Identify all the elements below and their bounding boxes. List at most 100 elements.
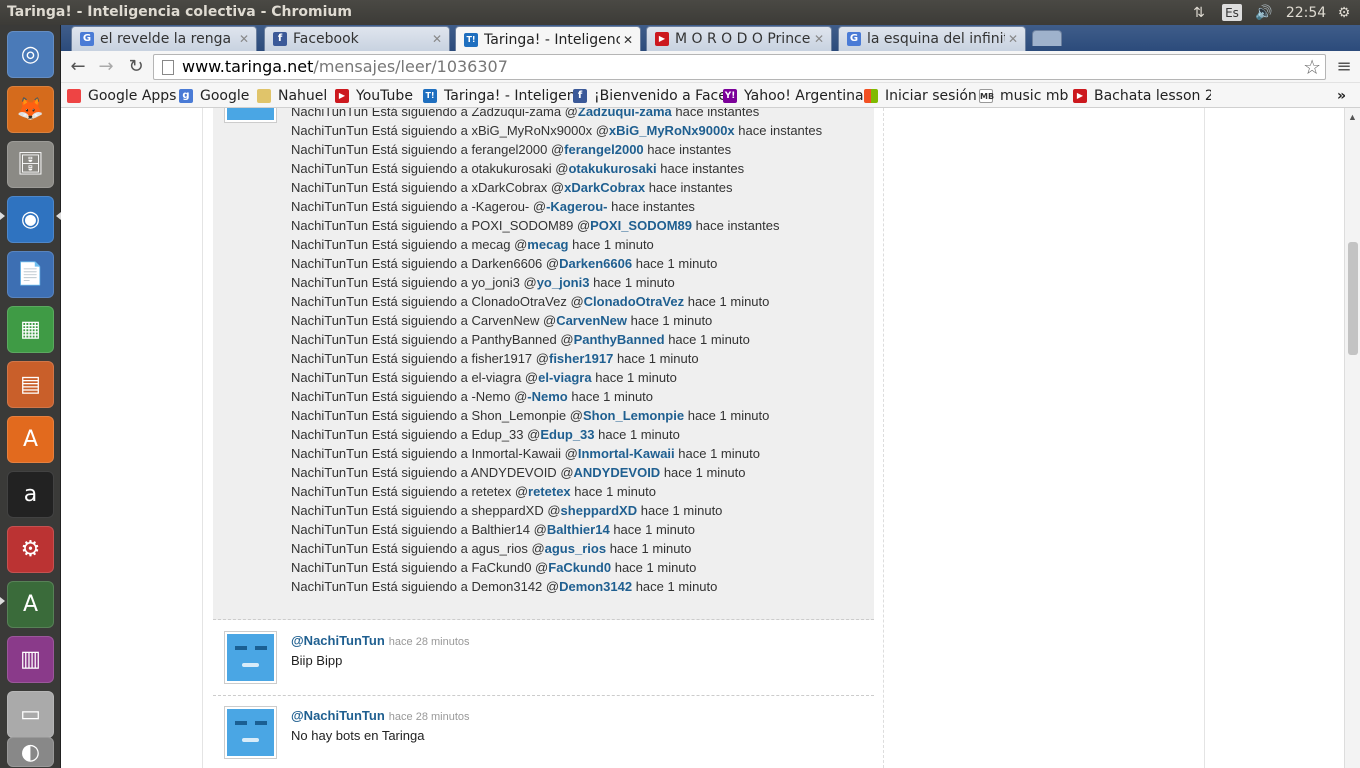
followed-user-link[interactable]: agus_rios	[545, 541, 606, 556]
forward-button[interactable]: →	[94, 56, 118, 78]
followed-user-link[interactable]: xBiG_MyRoNx9000x	[609, 123, 735, 138]
followed-user-link[interactable]: -Kagerou-	[546, 199, 607, 214]
follow-verb: Está siguiendo a	[371, 294, 468, 309]
close-icon[interactable]: ✕	[620, 33, 636, 47]
bookmark-bachata[interactable]: ▶ Bachata lesson 2 fr	[1073, 86, 1211, 106]
followed-name: ClonadoOtraVez	[471, 294, 567, 309]
followed-user-link[interactable]: fisher1917	[549, 351, 613, 366]
close-icon[interactable]: ✕	[811, 32, 827, 46]
update-manager-icon[interactable]: A	[7, 581, 54, 628]
followed-user-link[interactable]: Shon_Lemonpie	[583, 408, 684, 423]
follow-verb: Está siguiendo a	[371, 180, 468, 195]
impress-icon[interactable]: ▤	[7, 361, 54, 408]
scrollbar-thumb[interactable]	[1348, 242, 1358, 355]
followed-user-link[interactable]: ferangel2000	[564, 142, 644, 157]
followed-user-link[interactable]: yo_joni3	[537, 275, 590, 290]
bookmarks-overflow-icon[interactable]: »	[1337, 86, 1346, 106]
tab-facebook[interactable]: f Facebook ✕	[264, 26, 450, 51]
followed-user-link[interactable]: Edup_33	[540, 427, 594, 442]
followed-user-link[interactable]: -Nemo	[527, 389, 567, 404]
follow-verb: Está siguiendo a	[371, 522, 468, 537]
avatar[interactable]	[224, 631, 277, 684]
bookmark-google-apps[interactable]: Google Apps	[67, 86, 176, 106]
amazon-icon[interactable]: a	[7, 471, 54, 518]
ubuntu-dash-icon[interactable]: ◎	[7, 31, 54, 78]
tab-revelde[interactable]: G el revelde la renga cd ✕	[71, 26, 257, 51]
scroll-up-icon[interactable]: ▲	[1348, 112, 1357, 122]
keyboard-layout-indicator[interactable]: Es	[1222, 4, 1242, 21]
followed-user-link[interactable]: Inmortal-Kawaii	[578, 446, 675, 461]
followed-user-link[interactable]: ClonadoOtraVez	[584, 294, 684, 309]
close-icon[interactable]: ✕	[1005, 32, 1021, 46]
address-bar[interactable]: www.taringa.net/mensajes/leer/1036307 ☆	[153, 54, 1326, 80]
tab-youtube-morodo[interactable]: ▶ M O R O D O Princesa ✕	[646, 26, 832, 51]
followed-user-link[interactable]: CarvenNew	[556, 313, 627, 328]
bookmark-label: Yahoo! Argentina	[744, 88, 864, 104]
clock[interactable]: 22:54	[1286, 3, 1326, 22]
system-settings-icon[interactable]: ⚙	[7, 526, 54, 573]
bookmark-star-icon[interactable]: ☆	[1303, 55, 1321, 79]
avatar[interactable]	[224, 706, 277, 759]
bookmark-google[interactable]: g Google	[179, 86, 249, 106]
follow-verb: Está siguiendo a	[371, 370, 468, 385]
follow-verb: Está siguiendo a	[371, 313, 468, 328]
followed-user-link[interactable]: ANDYDEVOID	[574, 465, 661, 480]
network-transfer-icon[interactable]: ⇅	[1188, 3, 1210, 22]
followed-user-link[interactable]: el-viagra	[538, 370, 591, 385]
follow-verb: Está siguiendo a	[371, 161, 468, 176]
follow-entry: NachiTunTun Está siguiendo a Shon_Lemonp…	[291, 408, 770, 423]
new-tab-button[interactable]	[1032, 30, 1062, 46]
bookmark-youtube[interactable]: ▶ YouTube	[335, 86, 413, 106]
bookmark-taringa[interactable]: T! Taringa! - Inteligen	[423, 86, 576, 106]
followed-user-link[interactable]: Zadzuqui-zama	[578, 108, 672, 119]
bookmark-nahuel[interactable]: Nahuel	[257, 86, 327, 106]
followed-user-link[interactable]: mecag	[527, 237, 568, 252]
close-icon[interactable]: ✕	[429, 32, 445, 46]
follow-entry: NachiTunTun Está siguiendo a FaCkund0 @F…	[291, 560, 697, 575]
bookmark-facebook[interactable]: f ¡Bienvenido a Face	[573, 86, 727, 106]
post-biip: @NachiTunTun hace 28 minutos Biip Bipp	[291, 633, 470, 668]
followed-user-link[interactable]: xDarkCobrax	[564, 180, 645, 195]
tab-esquina[interactable]: G la esquina del infinito ✕	[838, 26, 1026, 51]
writer-icon[interactable]: 📄	[7, 251, 54, 298]
calc-icon[interactable]: ▦	[7, 306, 54, 353]
followed-user-link[interactable]: Balthier14	[547, 522, 610, 537]
reload-button[interactable]: ↻	[124, 56, 148, 78]
close-icon[interactable]: ✕	[236, 32, 252, 46]
followed-user-link[interactable]: sheppardXD	[561, 503, 638, 518]
chromium-icon[interactable]: ◉	[7, 196, 54, 243]
menu-icon[interactable]: ≡	[1332, 56, 1356, 78]
tab-taringa[interactable]: T! Taringa! - Inteligencia ✕	[455, 26, 641, 52]
youtube-icon: ▶	[335, 89, 349, 103]
page-scrollbar[interactable]: ▲	[1344, 108, 1360, 768]
bookmark-iniciar-sesion[interactable]: Iniciar sesión	[864, 86, 977, 106]
drive-icon[interactable]: ▭	[7, 691, 54, 738]
dvd-icon[interactable]: ◐	[7, 737, 54, 767]
post-user-link[interactable]: @NachiTunTun	[291, 633, 385, 648]
follow-time: hace 1 minuto	[613, 522, 695, 537]
bookmark-yahoo[interactable]: Y! Yahoo! Argentina	[723, 86, 864, 106]
followed-user-link[interactable]: Darken6606	[559, 256, 632, 271]
followed-user-link[interactable]: FaCkund0	[548, 560, 611, 575]
session-gear-icon[interactable]: ⚙	[1334, 3, 1354, 22]
files-icon[interactable]: 🗄	[7, 141, 54, 188]
software-center-icon[interactable]: A	[7, 416, 54, 463]
followed-user-link[interactable]: POXI_SODOM89	[590, 218, 692, 233]
bookmark-label: Taringa! - Inteligen	[444, 88, 576, 104]
followed-user-link[interactable]: otakukurosaki	[568, 161, 656, 176]
post-user-link[interactable]: @NachiTunTun	[291, 708, 385, 723]
back-button[interactable]: ←	[66, 56, 90, 78]
avatar[interactable]	[224, 108, 277, 123]
follow-verb: Está siguiendo a	[371, 123, 468, 138]
followed-user-link[interactable]: Demon3142	[559, 579, 632, 594]
volume-icon[interactable]: 🔊	[1253, 3, 1275, 22]
actor-name: NachiTunTun	[291, 427, 369, 442]
actor-name: NachiTunTun	[291, 370, 369, 385]
firefox-icon[interactable]: 🦊	[7, 86, 54, 133]
bookmark-music-mb[interactable]: MB music mb	[979, 86, 1068, 106]
workspace-switcher-icon[interactable]: ▥	[7, 636, 54, 683]
followed-name: xDarkCobrax	[471, 180, 548, 195]
followed-name: retetex	[471, 484, 512, 499]
followed-user-link[interactable]: retetex	[528, 484, 571, 499]
followed-user-link[interactable]: PanthyBanned	[574, 332, 665, 347]
